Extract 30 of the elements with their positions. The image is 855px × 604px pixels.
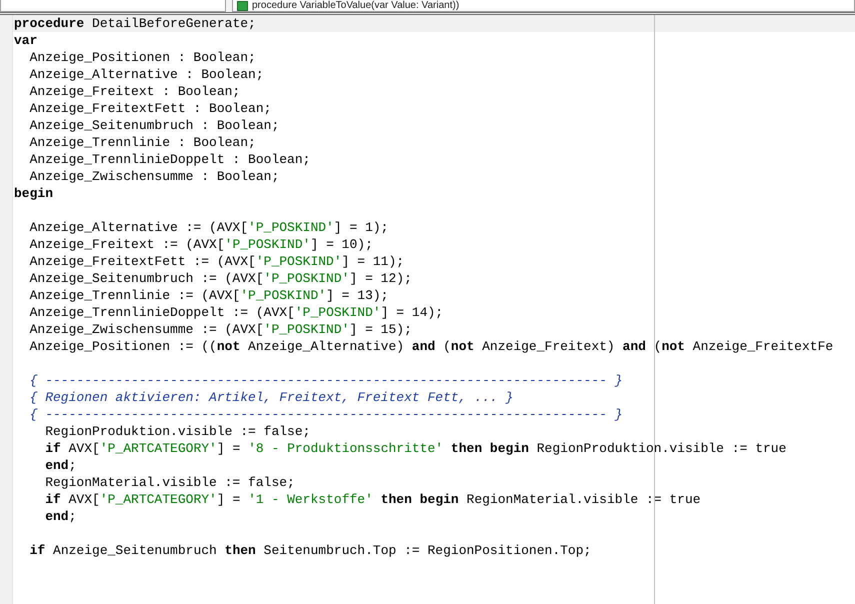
code-line: Anzeige_Freitext := (AVX['P_POSKIND'] = 10); (28, 236, 373, 253)
code-line: Anzeige_TrennlinieDoppelt : Boolean; (28, 151, 310, 168)
code-line: Anzeige_Seitenumbruch : Boolean; (28, 117, 280, 134)
code-line: { ------------------------------------------------------------------------ } (28, 406, 622, 423)
code-line: Anzeige_FreitextFett := (AVX['P_POSKIND'] = 11); (28, 253, 404, 270)
code-line: begin (13, 185, 54, 202)
code-line: end; (44, 508, 76, 525)
code-line: end; (44, 457, 76, 474)
file-icon (237, 0, 248, 10)
editor-tab[interactable]: procedure VariableToValue(var Value: Variant)) (232, 0, 855, 12)
editor-tab[interactable] (0, 0, 226, 12)
code-line: if AVX['P_ARTCATEGORY'] = '8 - Produktionsschritte' then begin RegionProduktion.visible := true (44, 440, 786, 457)
code-line: Anzeige_Zwischensumme := (AVX['P_POSKIND'] = 15); (28, 321, 412, 338)
code-line: { ------------------------------------------------------------------------ } (28, 372, 622, 389)
code-line: Anzeige_Trennlinie : Boolean; (28, 134, 256, 151)
code-line: { Regionen aktivieren: Artikel, Freitext, Freitext Fett, ... } (28, 389, 514, 406)
code-line: Anzeige_FreitextFett : Boolean; (28, 100, 272, 117)
code-line: Anzeige_Freitext : Boolean; (28, 83, 240, 100)
code-line: Anzeige_Alternative : Boolean; (28, 66, 264, 83)
code-line: Anzeige_Trennlinie := (AVX['P_POSKIND'] = 13); (28, 287, 388, 304)
code-line: RegionProduktion.visible := false; (44, 423, 310, 440)
code-line: Anzeige_Zwischensumme : Boolean; (28, 168, 280, 185)
code-line: Anzeige_Alternative := (AVX['P_POSKIND'] = 1); (28, 219, 388, 236)
code-line: var (13, 32, 38, 49)
code-line: Anzeige_Positionen := ((not Anzeige_Alternative) and (not Anzeige_Freitext) and (not Anzeige_FreitextFe (28, 338, 834, 355)
code-line: Anzeige_TrennlinieDoppelt := (AVX['P_POSKIND'] = 14); (28, 304, 444, 321)
code-line: Anzeige_Seitenumbruch := (AVX['P_POSKIND'] = 12); (28, 270, 412, 287)
code-line: RegionMaterial.visible := false; (44, 474, 295, 491)
code-line: Anzeige_Positionen : Boolean; (28, 49, 256, 66)
code-line: if Anzeige_Seitenumbruch then Seitenumbruch.Top := RegionPositionen.Top; (28, 542, 592, 559)
